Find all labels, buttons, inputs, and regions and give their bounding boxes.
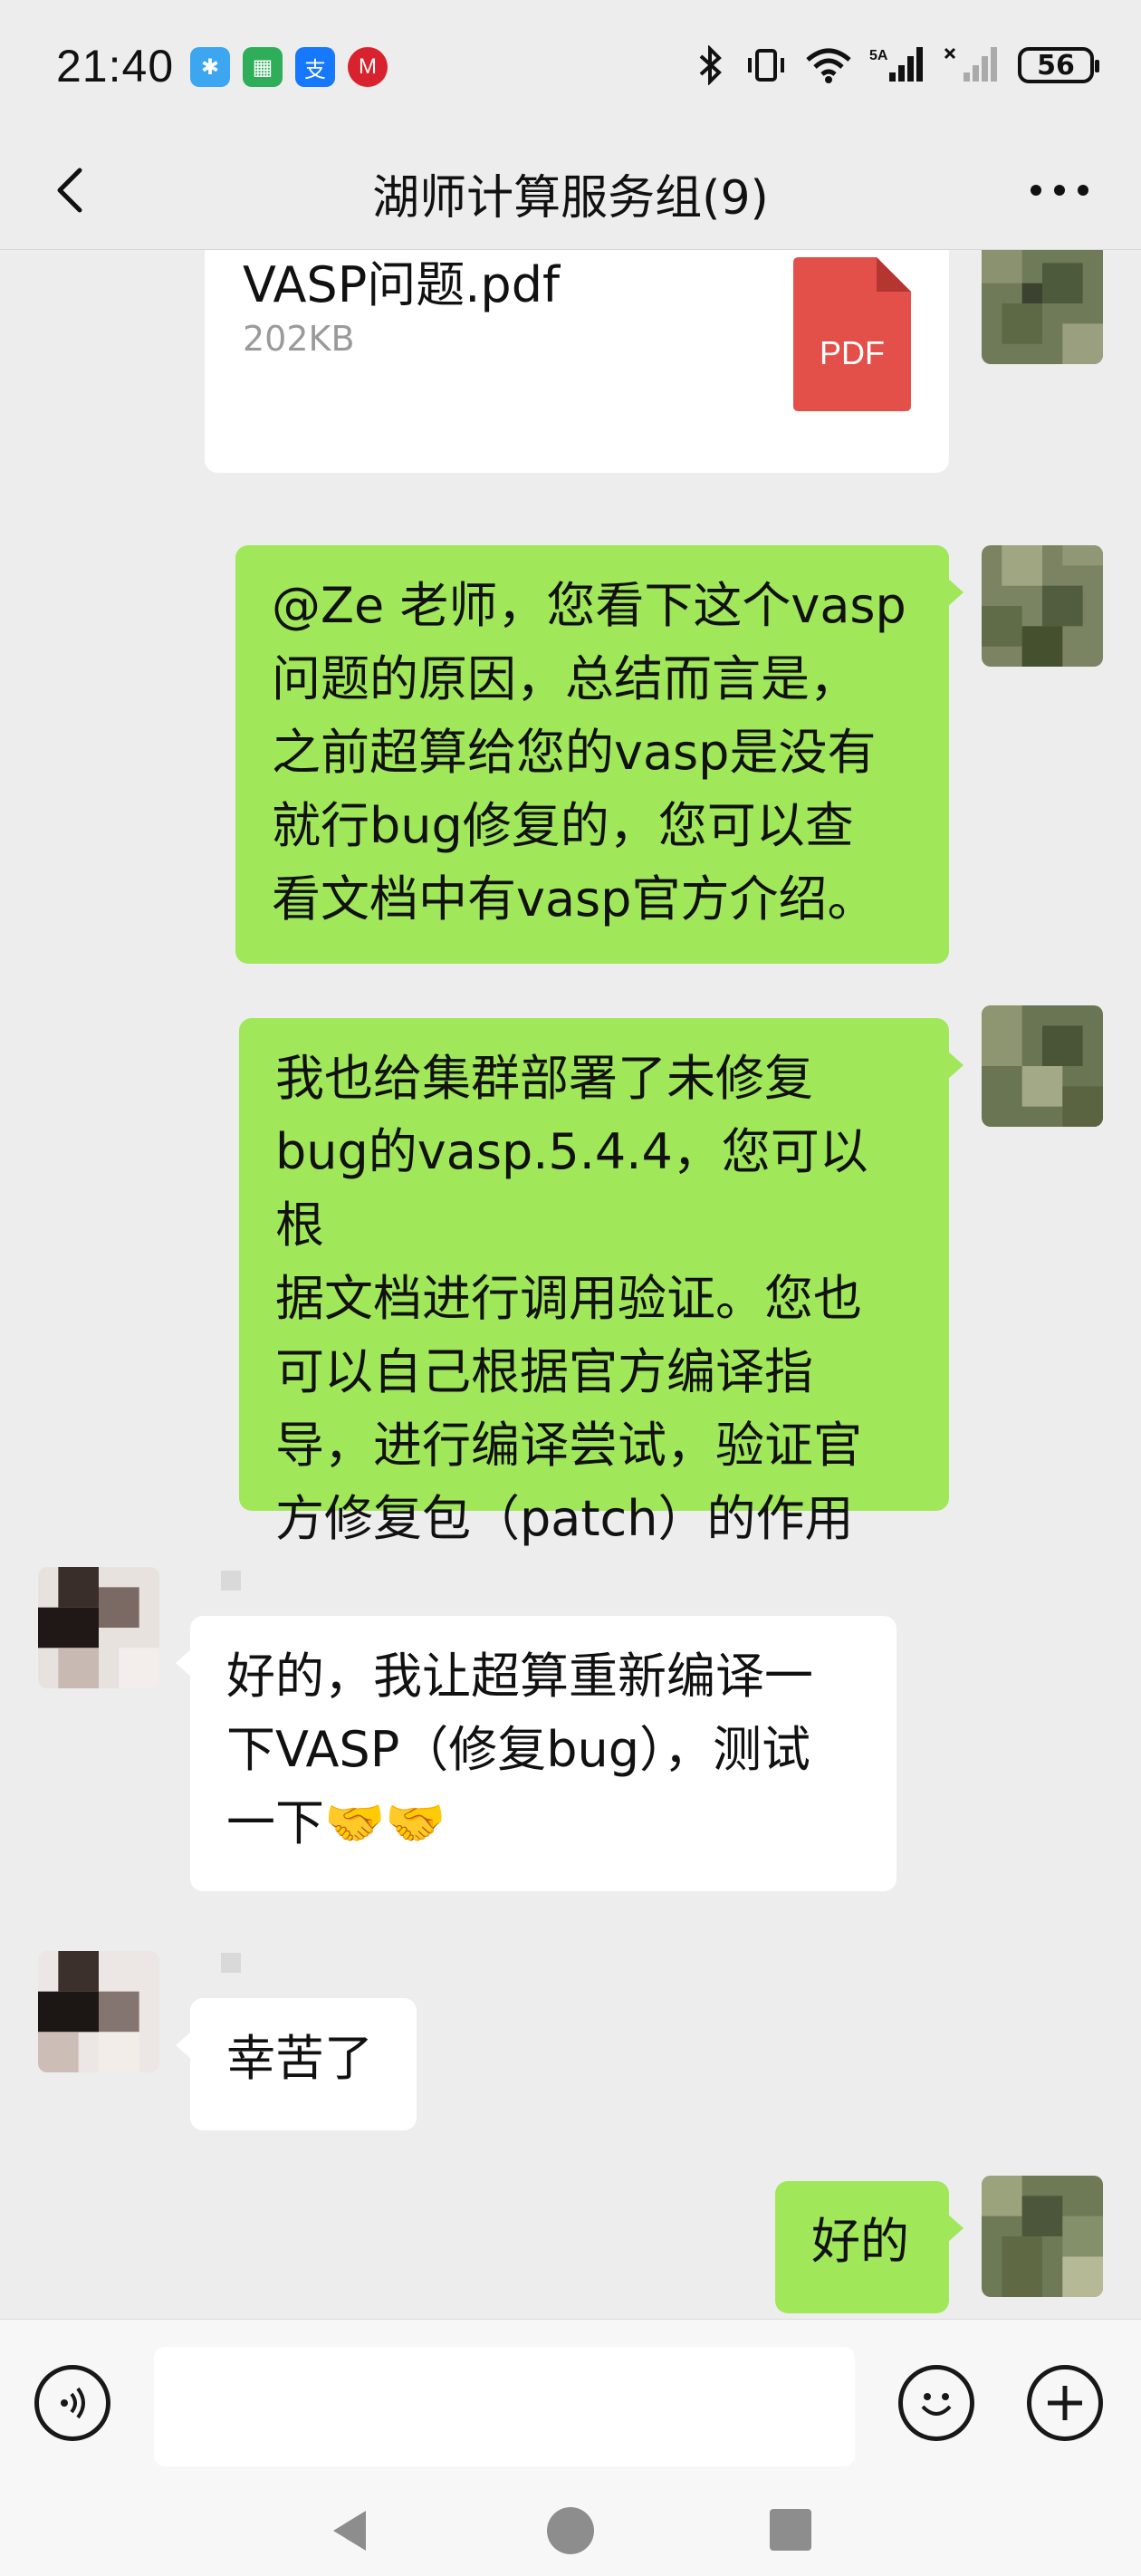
nav-recents-icon[interactable] xyxy=(768,2507,813,2552)
message-bubble-self[interactable]: 好的 xyxy=(775,2181,964,2313)
battery-level: 56 xyxy=(1037,49,1075,82)
avatar-other[interactable] xyxy=(38,1951,159,2072)
plus-icon xyxy=(1048,2386,1082,2420)
message-line: @Ze 老师，您看下这个vasp xyxy=(272,577,906,634)
more-functions-button[interactable] xyxy=(1027,2365,1103,2441)
message-line: 之前超算给您的vasp是没有 xyxy=(272,724,877,781)
svg-text:5A: 5A xyxy=(869,48,888,63)
nav-home-icon[interactable] xyxy=(545,2505,596,2556)
cmb-bank-icon: M xyxy=(348,47,388,87)
message-line: 导，进行编译尝试，验证官 xyxy=(275,1417,862,1474)
pdf-file-icon: PDF xyxy=(793,257,911,411)
message-text: 好的 xyxy=(811,2213,909,2270)
avatar-self[interactable] xyxy=(982,1005,1103,1127)
message-line: 我也给集群部署了未修复 xyxy=(275,1050,813,1107)
emoji-button[interactable] xyxy=(898,2365,974,2441)
bluetooth-icon xyxy=(699,45,722,85)
message-bubble-self[interactable]: 我也给集群部署了未修复 bug的vasp.5.4.4，您可以根 据文档进行调用验… xyxy=(239,1018,964,1547)
signal-5a-icon: 5A xyxy=(869,47,923,82)
voice-input-button[interactable] xyxy=(34,2365,110,2441)
message-line: 一下🤝🤝 xyxy=(226,1794,446,1851)
message-input[interactable] xyxy=(154,2347,855,2466)
avatar-self[interactable] xyxy=(982,2176,1103,2297)
message-line: bug的vasp.5.4.4，您可以根 xyxy=(275,1123,868,1254)
member-nickname-placeholder xyxy=(221,1953,241,1973)
file-size: 202KB xyxy=(243,319,355,359)
wifi-icon xyxy=(806,48,851,83)
status-bar: 21:40 ✱ ▦ 支 M 5A 56 xyxy=(0,0,1141,136)
message-line: 好的，我让超算重新编译一 xyxy=(226,1648,813,1705)
green-app-icon: ▦ xyxy=(243,47,283,87)
notification-icons: ✱ ▦ 支 M xyxy=(190,47,388,87)
file-name: VASP问题.pdf xyxy=(243,256,560,313)
tplink-icon: ✱ xyxy=(190,47,230,87)
message-line: 据文档进行调用验证。您也 xyxy=(275,1270,862,1327)
avatar-self[interactable] xyxy=(982,250,1103,364)
message-line: 方修复包（patch）的作用 xyxy=(275,1490,854,1547)
chat-title: 湖师计算服务组(9) xyxy=(372,171,769,226)
message-line: 可以自己根据官方编译指 xyxy=(275,1343,813,1400)
nav-back-icon[interactable] xyxy=(328,2507,371,2554)
message-line: 问题的原因，总结而言是， xyxy=(272,650,858,707)
status-time: 21:40 xyxy=(56,41,175,91)
message-text: 幸苦了 xyxy=(226,2030,373,2087)
signal-off-icon xyxy=(944,47,997,82)
vibrate-icon xyxy=(748,49,784,82)
file-message[interactable]: VASP问题.pdf 202KB PDF xyxy=(205,250,949,473)
voice-wave-icon xyxy=(61,2387,85,2419)
system-icons: 5A 56 xyxy=(692,45,1099,85)
message-bubble-other[interactable]: 幸苦了 xyxy=(176,1998,417,2130)
avatar-other[interactable] xyxy=(38,1567,159,1688)
emoji-smile-icon xyxy=(921,2393,952,2416)
more-options-icon[interactable] xyxy=(1023,163,1096,217)
pdf-badge: PDF xyxy=(820,334,885,371)
message-bubble-self[interactable]: @Ze 老师，您看下这个vasp 问题的原因，总结而言是， 之前超算给您的vas… xyxy=(235,545,964,964)
message-line: 看文档中有vasp官方介绍。 xyxy=(272,870,877,928)
member-nickname-placeholder xyxy=(221,1571,241,1591)
input-bar xyxy=(0,2319,1141,2483)
alipay-icon: 支 xyxy=(295,47,335,87)
system-navigation-bar xyxy=(0,2482,1141,2576)
message-bubble-other[interactable]: 好的，我让超算重新编译一 下VASP（修复bug），测试 一下🤝🤝 xyxy=(176,1616,896,1891)
chat-header: 湖师计算服务组(9) xyxy=(0,136,1141,250)
battery-icon: 56 xyxy=(1018,47,1099,83)
message-line: 就行bug修复的，您可以查 xyxy=(272,797,854,854)
message-line: 下VASP（修复bug），测试 xyxy=(226,1721,811,1778)
message-list[interactable]: VASP问题.pdf 202KB PDF @Ze 老师，您看下这个vasp 问题… xyxy=(0,250,1141,2319)
avatar-self[interactable] xyxy=(982,545,1103,667)
